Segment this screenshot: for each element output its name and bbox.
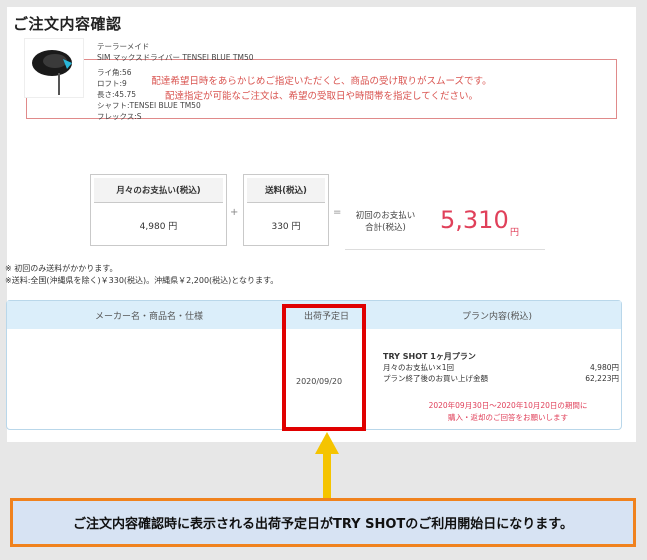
total-label: 初回のお支払い 合計(税込): [348, 210, 423, 234]
plan-period-line-1: 2020年09月30日～2020年10月20日の期間に: [428, 401, 588, 410]
shipping-notes: ※ 初回のみ送料がかかります。 ※送料:全国(沖縄県を除く)￥330(税込)。沖…: [5, 263, 278, 287]
plan-details: TRY SHOT 1ヶ月プラン 月々のお支払い×1回 4,980円 プラン終了後…: [383, 351, 623, 384]
note-line-1: ※ 初回のみ送料がかかります。: [5, 264, 118, 273]
product-image: [24, 38, 84, 98]
total-label-line-2: 合計(税込): [365, 223, 406, 233]
total-amount: 5,310: [440, 206, 509, 234]
page-title: ご注文内容確認: [13, 15, 122, 33]
plan-monthly-label: 月々のお支払い×1回: [383, 363, 455, 372]
plan-period-notice: 2020年09月30日～2020年10月20日の期間に 購入・返却のご回答をお願…: [393, 400, 623, 424]
shipping-fee-box: 送料(税込) 330 円: [243, 174, 329, 246]
monthly-payment-label: 月々のお支払い(税込): [94, 178, 223, 203]
total-unit: 円: [510, 228, 520, 238]
product-spec-shaft: シャフト:TENSEI BLUE TM50: [97, 101, 201, 110]
product-maker: テーラーメイド: [97, 42, 150, 51]
note-line-2: ※送料:全国(沖縄県を除く)￥330(税込)。沖縄県￥2,200(税込)となりま…: [5, 276, 279, 285]
plus-sign: +: [230, 207, 239, 218]
plan-period-line-2: 購入・返却のご回答をお願いします: [448, 413, 568, 422]
plan-name: TRY SHOT 1ヶ月プラン: [383, 352, 476, 361]
monthly-payment-box: 月々のお支払い(税込) 4,980 円: [90, 174, 227, 246]
pointer-arrow-icon: [315, 432, 339, 498]
total-underline: [345, 249, 545, 250]
product-spec-lie: ライ角:56: [97, 68, 132, 77]
col-plan-header: プラン内容(税込): [462, 312, 533, 322]
plan-purchase-value: 62,223円: [585, 374, 619, 383]
product-spec-loft: ロフト:9: [97, 79, 127, 88]
product-details: テーラーメイド SIM マックスドライバー TENSEI BLUE TM50 ラ…: [97, 41, 254, 122]
shipping-fee-label: 送料(税込): [247, 178, 325, 203]
plan-row-monthly: 月々のお支払い×1回 4,980円: [383, 362, 619, 373]
product-spec-flex: フレックス:S: [97, 112, 142, 121]
plan-row-purchase: プラン終了後のお買い上げ金額 62,223円: [383, 373, 619, 384]
total-label-line-1: 初回のお支払い: [355, 211, 416, 221]
equals-sign: =: [333, 207, 342, 218]
plan-purchase-label: プラン終了後のお買い上げ金額: [383, 374, 488, 383]
product-spec-length: 長さ:45.75: [97, 90, 136, 99]
col-product-header: メーカー名・商品名・仕様: [95, 312, 204, 322]
plan-monthly-value: 4,980円: [590, 363, 619, 372]
ship-date-highlight: [282, 304, 366, 431]
explanation-banner: ご注文内容確認時に表示される出荷予定日がTRY SHOTのご利用開始日になります…: [10, 498, 636, 547]
shipping-fee-value: 330 円: [271, 222, 301, 232]
monthly-payment-value: 4,980 円: [139, 222, 178, 232]
product-name: SIM マックスドライバー TENSEI BLUE TM50: [97, 53, 254, 62]
